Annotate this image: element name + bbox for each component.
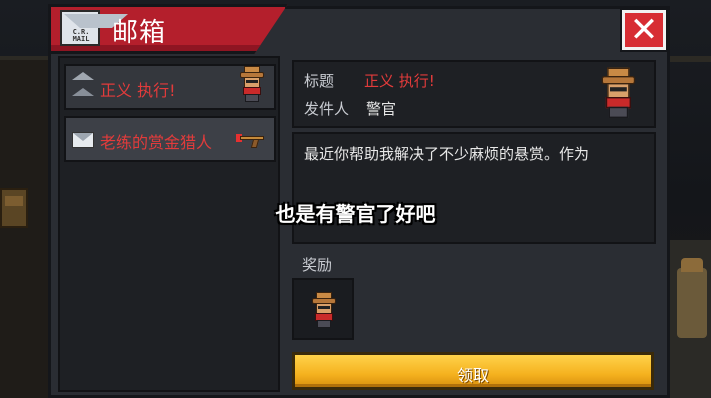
reward-label: 奖励 [302,256,333,274]
mail-subject: 老练的赏金猎人 [100,133,213,152]
video-subtitle: 也是有警官了好吧 [275,202,436,226]
mail-subject: 正义 执行! [100,81,176,100]
background-npc [677,258,707,338]
mail-list-item[interactable]: 老练的赏金猎人 [64,116,276,162]
sender-value: 警官 [366,100,397,118]
page-title: 邮箱 [112,18,167,48]
title-label: 标题 [304,72,335,90]
cowboy-skin-reward-icon [310,292,338,330]
mail-body-text: 最近你帮助我解决了不少麻烦的悬赏。作为 [304,145,590,163]
claim-button[interactable]: 领取 [292,352,654,390]
mail-header: 标题 正义 执行! 发件人 警官 [292,60,656,128]
mail-body: 最近你帮助我解决了不少麻烦的悬赏。作为 [292,132,656,244]
mail-logo-icon: C.R. MAIL [60,10,128,46]
reward-slot[interactable] [292,278,354,340]
close-icon: ✕ [629,10,659,50]
mail-list-item[interactable]: 正义 执行! [64,64,276,110]
sender-label: 发件人 [304,100,350,118]
revolver-icon [236,130,268,150]
background-wall [0,60,48,398]
claim-button-label: 领取 [456,366,489,385]
cowboy-avatar-icon [238,66,266,104]
open-envelope-icon [72,80,94,96]
sender-avatar-icon [599,67,638,121]
mail-logo-text: C.R. MAIL [72,28,90,43]
title-value: 正义 执行! [364,72,435,90]
close-button[interactable]: ✕ [622,10,666,50]
closed-envelope-icon [72,132,94,148]
